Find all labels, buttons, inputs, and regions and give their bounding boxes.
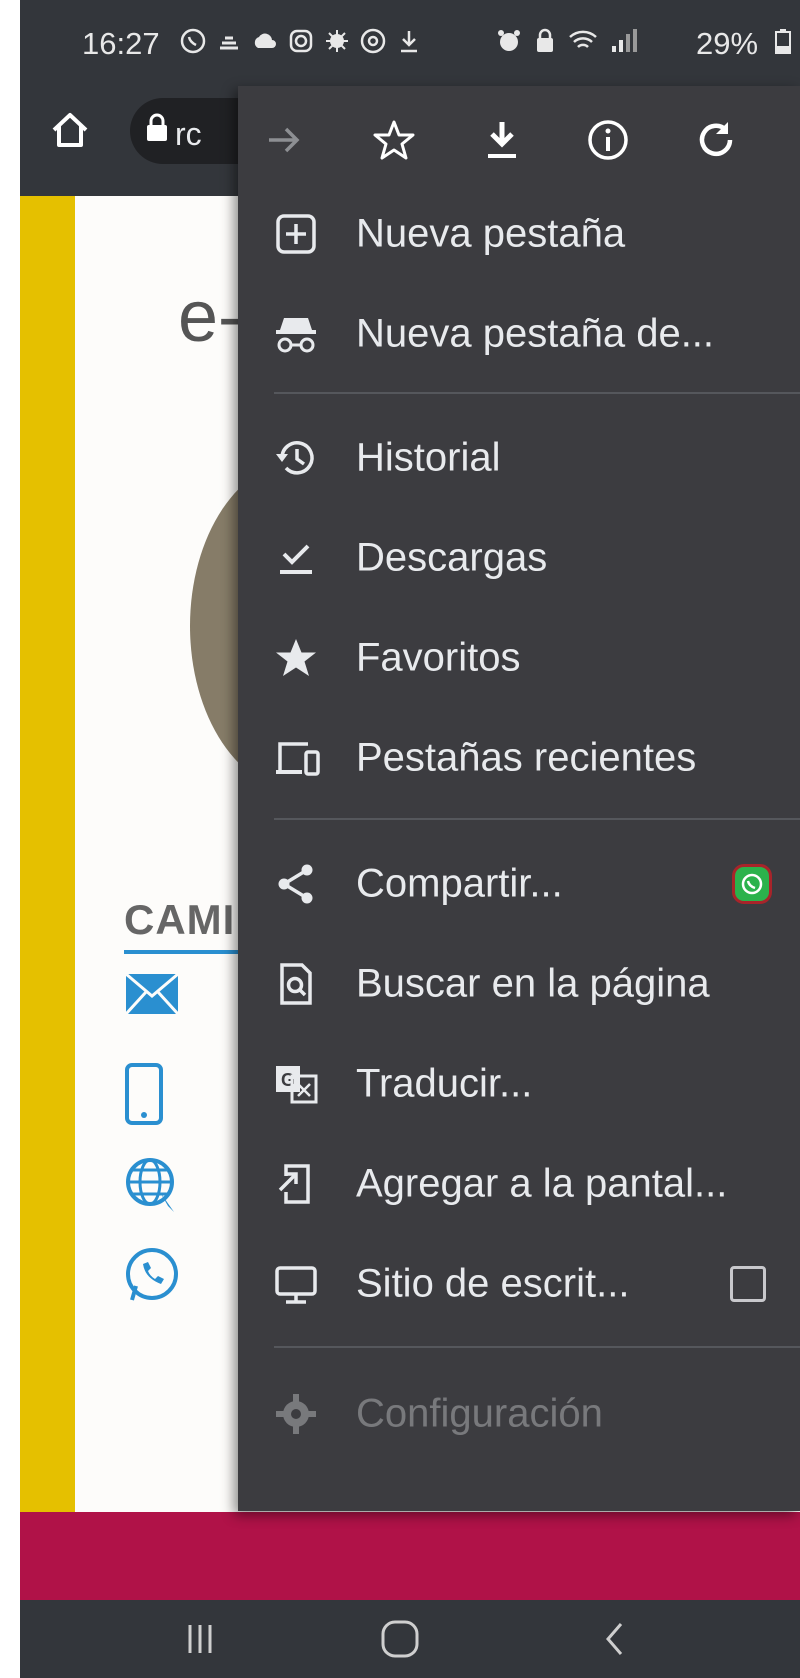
menu-item-label: Nueva pestaña de... xyxy=(356,311,715,356)
menu-item-label: Descargas xyxy=(356,535,548,580)
menu-item-label: Sitio de escrit... xyxy=(356,1261,630,1306)
menu-item-label: Configuración xyxy=(356,1391,603,1436)
whatsapp-notification-icon xyxy=(180,28,206,54)
menu-item-desktop-site[interactable]: Sitio de escrit... xyxy=(238,1234,800,1334)
wifi-icon xyxy=(568,28,597,54)
battery-percentage: 29% xyxy=(696,26,759,61)
share-icon xyxy=(274,862,318,906)
section-label: CAMI xyxy=(124,896,236,943)
menu-item-bookmarks[interactable]: Favoritos xyxy=(238,608,800,708)
menu-item-label: Nueva pestaña xyxy=(356,211,626,256)
home-icon[interactable] xyxy=(48,108,92,157)
menu-item-label: Compartir... xyxy=(356,861,563,906)
find-in-page-icon xyxy=(274,962,318,1006)
whatsapp-share-shortcut-icon[interactable] xyxy=(732,864,772,904)
forward-button[interactable] xyxy=(252,108,316,172)
url-text[interactable]: rc xyxy=(175,116,202,153)
menu-divider xyxy=(274,392,800,394)
page-footer-bar xyxy=(20,1512,800,1600)
desktop-site-checkbox[interactable] xyxy=(730,1266,766,1302)
signal-icon xyxy=(610,28,637,54)
star-icon xyxy=(274,636,318,680)
menu-item-label: Historial xyxy=(356,435,501,480)
menu-item-find-in-page[interactable]: Buscar en la página xyxy=(238,934,800,1034)
app-notification-icon xyxy=(360,28,386,54)
alarm-icon xyxy=(496,28,522,54)
history-icon xyxy=(274,436,318,480)
menu-item-recent-tabs[interactable]: Pestañas recientes xyxy=(238,708,800,808)
page-info-button[interactable] xyxy=(576,108,640,172)
menu-item-label: Favoritos xyxy=(356,635,521,680)
menu-item-share[interactable]: Compartir... xyxy=(238,834,800,934)
back-button[interactable] xyxy=(575,1612,655,1666)
lock-status-icon xyxy=(532,28,558,54)
weather-notification-icon xyxy=(216,28,242,54)
section-underline xyxy=(124,950,244,954)
cloud-notification-icon xyxy=(252,28,278,54)
menu-toolbar xyxy=(238,86,800,194)
bug-notification-icon xyxy=(324,28,350,54)
page-heading: e- xyxy=(178,277,243,357)
menu-divider xyxy=(274,1346,800,1348)
desktop-icon xyxy=(274,1262,318,1306)
add-to-home-icon xyxy=(274,1162,318,1206)
yellow-side-stripe xyxy=(20,196,75,1512)
menu-item-label: Traducir... xyxy=(356,1061,533,1106)
download-page-button[interactable] xyxy=(470,108,534,172)
email-icon[interactable] xyxy=(124,972,180,1028)
menu-item-label: Agregar a la pantal... xyxy=(356,1161,728,1206)
menu-item-label: Buscar en la página xyxy=(356,961,710,1006)
devices-icon xyxy=(274,736,320,780)
incognito-icon xyxy=(274,312,318,356)
website-globe-icon[interactable] xyxy=(124,1156,180,1212)
new-tab-icon xyxy=(274,212,318,256)
menu-item-downloads[interactable]: Descargas xyxy=(238,508,800,608)
battery-icon xyxy=(774,28,792,54)
menu-divider xyxy=(274,818,800,820)
downloads-icon xyxy=(274,536,318,580)
menu-item-new-tab[interactable]: Nueva pestaña xyxy=(238,184,800,284)
download-notification-icon xyxy=(396,28,422,54)
reload-button[interactable] xyxy=(684,108,748,172)
menu-item-new-incognito-tab[interactable]: Nueva pestaña de... xyxy=(238,284,800,384)
home-button[interactable] xyxy=(360,1612,440,1666)
browser-overflow-menu: Nueva pestaña Nueva pestaña de... Histor… xyxy=(238,86,800,1511)
whatsapp-icon[interactable] xyxy=(124,1246,180,1302)
instagram-notification-icon xyxy=(288,28,314,54)
bookmark-star-button[interactable] xyxy=(362,108,426,172)
settings-icon xyxy=(274,1392,318,1436)
translate-icon: G xyxy=(274,1062,318,1106)
menu-item-translate[interactable]: G Traducir... xyxy=(238,1034,800,1134)
menu-item-settings[interactable]: Configuración xyxy=(238,1364,800,1464)
status-time: 16:27 xyxy=(82,26,160,61)
phone-icon[interactable] xyxy=(124,1062,180,1125)
system-navigation-bar xyxy=(20,1600,800,1678)
menu-item-label: Pestañas recientes xyxy=(356,735,697,780)
recent-apps-button[interactable] xyxy=(160,1612,240,1666)
menu-item-add-to-home-screen[interactable]: Agregar a la pantal... xyxy=(238,1134,800,1234)
menu-item-history[interactable]: Historial xyxy=(238,408,800,508)
lock-icon xyxy=(145,113,169,148)
